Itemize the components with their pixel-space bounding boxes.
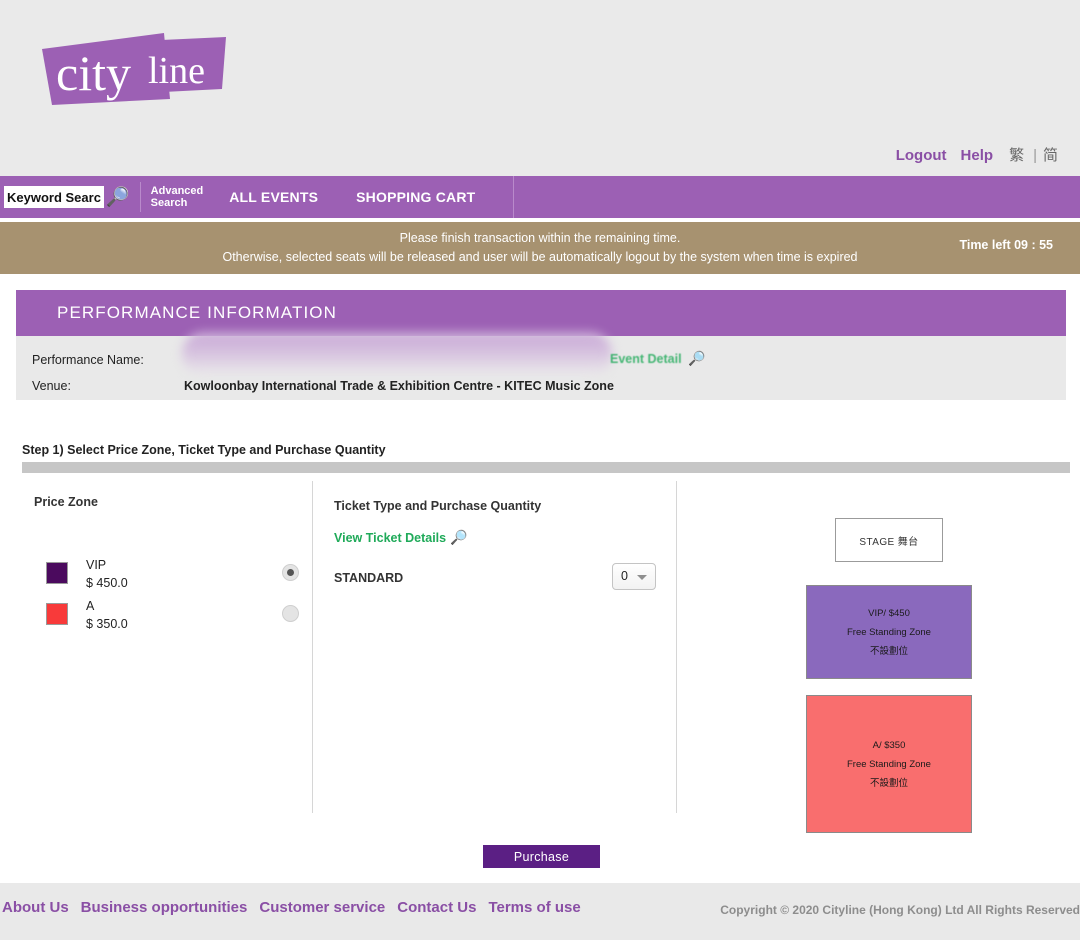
selection-area: Price Zone VIP $ 450.0 A $ 350.0 Ticket …: [22, 481, 1070, 833]
ticket-type-row-standard: STANDARD 0: [334, 563, 664, 597]
search-input[interactable]: [4, 186, 104, 208]
price-zone-radio-a[interactable]: [282, 605, 299, 622]
price-zone-name: A: [86, 599, 95, 613]
cityline-logo[interactable]: city line: [36, 27, 232, 107]
magnifier-icon[interactable]: 🔍: [450, 529, 467, 546]
price-zone-row-a[interactable]: A $ 350.0: [34, 599, 300, 633]
nav-divider-right: [513, 176, 515, 218]
ticket-type-name: STANDARD: [334, 571, 404, 585]
purchase-button[interactable]: Purchase: [483, 845, 600, 868]
search-icon[interactable]: 🔍: [106, 187, 130, 208]
utility-nav: Logout Help 繁 | 简: [882, 144, 1058, 165]
performance-information-panel: PERFORMANCE INFORMATION Performance Name…: [16, 290, 1066, 400]
time-left-counter: Time left 09 : 55: [959, 238, 1053, 252]
lang-traditional-chinese[interactable]: 繁: [1009, 144, 1024, 165]
event-detail-link[interactable]: Event Detail: [610, 352, 682, 366]
price-zone-color-swatch: [46, 562, 68, 584]
seatmap-zone-type: Free Standing Zone: [847, 758, 931, 770]
svg-text:line: line: [148, 50, 205, 92]
seatmap-zone-price: VIP/ $450: [868, 607, 910, 619]
stage-label: STAGE 舞台: [835, 518, 943, 562]
footer-link-contact-us[interactable]: Contact Us: [397, 899, 476, 916]
price-zone-price: $ 350.0: [86, 617, 128, 631]
advanced-search-label-line2: Search: [150, 197, 188, 209]
footer-link-about-us[interactable]: About Us: [2, 899, 69, 916]
timer-message: Please finish transaction within the rem…: [0, 229, 1080, 267]
main-navigation-bar: 🔍 Advanced Search ALL EVENTS SHOPPING CA…: [0, 176, 1080, 218]
seatmap-zone-price: A/ $350: [872, 739, 906, 751]
chevron-down-icon: [637, 575, 647, 580]
performance-panel-title: PERFORMANCE INFORMATION: [16, 290, 1066, 336]
quantity-dropdown-standard[interactable]: 0: [612, 563, 656, 590]
timer-message-line2: Otherwise, selected seats will be releas…: [222, 250, 858, 264]
footer-links: About Us Business opportunities Customer…: [2, 899, 593, 916]
lang-separator: |: [1033, 147, 1037, 164]
copyright-text: Copyright © 2020 Cityline (Hong Kong) Lt…: [720, 903, 1080, 917]
column-divider-right: [676, 481, 677, 813]
performance-name-label: Performance Name:: [32, 353, 144, 367]
ticket-type-heading: Ticket Type and Purchase Quantity: [334, 499, 542, 513]
step-progress-bar: [22, 462, 1070, 473]
view-ticket-details-link[interactable]: View Ticket Details: [334, 531, 446, 545]
lang-simplified-chinese[interactable]: 简: [1043, 144, 1058, 165]
venue-value: Kowloonbay International Trade & Exhibit…: [184, 379, 614, 393]
seatmap-zone-type-zh: 不設劃位: [869, 777, 908, 789]
quantity-value: 0: [621, 569, 628, 583]
search-area: 🔍: [4, 186, 130, 208]
step-title: Step 1) Select Price Zone, Ticket Type a…: [22, 443, 386, 457]
seatmap-zone-vip[interactable]: VIP/ $450 Free Standing Zone 不設劃位: [806, 585, 972, 679]
performance-name-redacted: [182, 332, 612, 376]
nav-all-events[interactable]: ALL EVENTS: [229, 189, 318, 205]
page-header: city line Logout Help 繁 | 简: [0, 0, 1080, 176]
advanced-search-link[interactable]: Advanced Search: [151, 185, 204, 209]
price-zone-name: VIP: [86, 558, 107, 572]
price-zone-row-vip[interactable]: VIP $ 450.0: [34, 558, 300, 592]
column-divider-left: [312, 481, 313, 813]
performance-panel-body: Performance Name: Event Detail 🔍 Venue: …: [16, 332, 1066, 400]
advanced-search-label-line1: Advanced: [150, 185, 204, 197]
price-zone-price: $ 450.0: [86, 576, 128, 590]
seatmap-zone-type-zh: 不設劃位: [869, 645, 908, 657]
footer-link-business-opportunities[interactable]: Business opportunities: [81, 899, 248, 916]
price-zone-color-swatch: [46, 603, 68, 625]
seatmap-zone-a[interactable]: A/ $350 Free Standing Zone 不設劃位: [806, 695, 972, 833]
transaction-timer-bar: Please finish transaction within the rem…: [0, 222, 1080, 274]
footer-link-terms-of-use[interactable]: Terms of use: [488, 899, 580, 916]
footer-link-customer-service[interactable]: Customer service: [259, 899, 385, 916]
venue-label: Venue:: [32, 379, 71, 393]
logout-link[interactable]: Logout: [896, 147, 947, 164]
nav-shopping-cart[interactable]: SHOPPING CART: [356, 189, 475, 205]
price-zone-radio-vip[interactable]: [282, 564, 299, 581]
help-link[interactable]: Help: [961, 147, 994, 164]
svg-text:city: city: [56, 45, 131, 101]
magnifier-icon[interactable]: 🔍: [688, 350, 705, 367]
price-zone-heading: Price Zone: [34, 495, 98, 509]
seatmap-zone-type: Free Standing Zone: [847, 626, 931, 638]
timer-message-line1: Please finish transaction within the rem…: [399, 231, 681, 245]
page-footer: About Us Business opportunities Customer…: [0, 883, 1080, 940]
nav-divider: [139, 182, 141, 212]
